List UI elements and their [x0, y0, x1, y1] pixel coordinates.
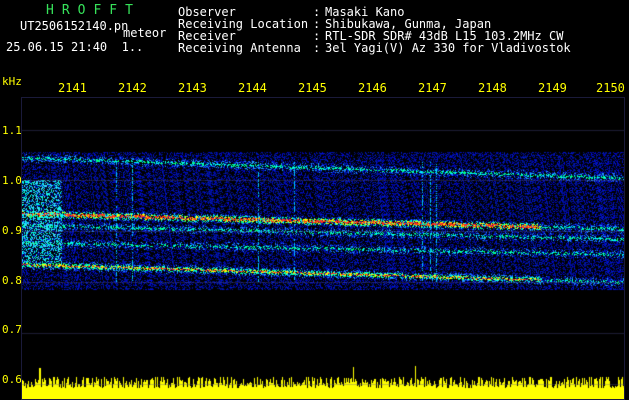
y-tick-label: 0.6 [2, 373, 22, 386]
spectrogram-canvas[interactable] [22, 98, 625, 400]
y-tick-label: 1.0 [2, 174, 22, 187]
file-name: UT2506152140.pn [20, 19, 129, 33]
y-tick-label: 1.1 [2, 124, 22, 137]
timestamp-value: 25.06.15 21:40 [6, 40, 108, 54]
page-indicator: 1.. [121, 40, 144, 54]
meta-key: Receiving Antenna [178, 41, 301, 55]
meta-value: 3el Yagi(V) Az 330 for Vladivostok [325, 41, 571, 55]
x-tick-label: 2150 [596, 81, 625, 95]
timestamp: 25.06.15 21:40 1.. [6, 41, 143, 53]
y-tick-label: 0.7 [2, 323, 22, 336]
x-tick-label: 2144 [238, 81, 267, 95]
app-name: HROFFT [46, 3, 141, 18]
x-tick-label: 2143 [178, 81, 207, 95]
y-tick-label: 0.9 [2, 224, 22, 237]
x-tick-label: 2148 [478, 81, 507, 95]
meta-separator: : [313, 41, 321, 55]
x-tick-label: 2146 [358, 81, 387, 95]
metadata-block: Observer: Masaki Kano Receiving Location:… [178, 6, 571, 54]
x-tick-label: 2142 [118, 81, 147, 95]
x-tick-label: 2145 [298, 81, 327, 95]
x-tick-label: 2147 [418, 81, 447, 95]
mode-label: meteor [123, 26, 167, 40]
x-tick-label: 2141 [58, 81, 87, 95]
x-tick-label: 2149 [538, 81, 567, 95]
y-tick-label: 0.8 [2, 274, 22, 287]
meta-row-antenna: Receiving Antenna:3el Yagi(V) Az 330 for… [178, 42, 571, 54]
y-unit-label: kHz [2, 75, 22, 88]
